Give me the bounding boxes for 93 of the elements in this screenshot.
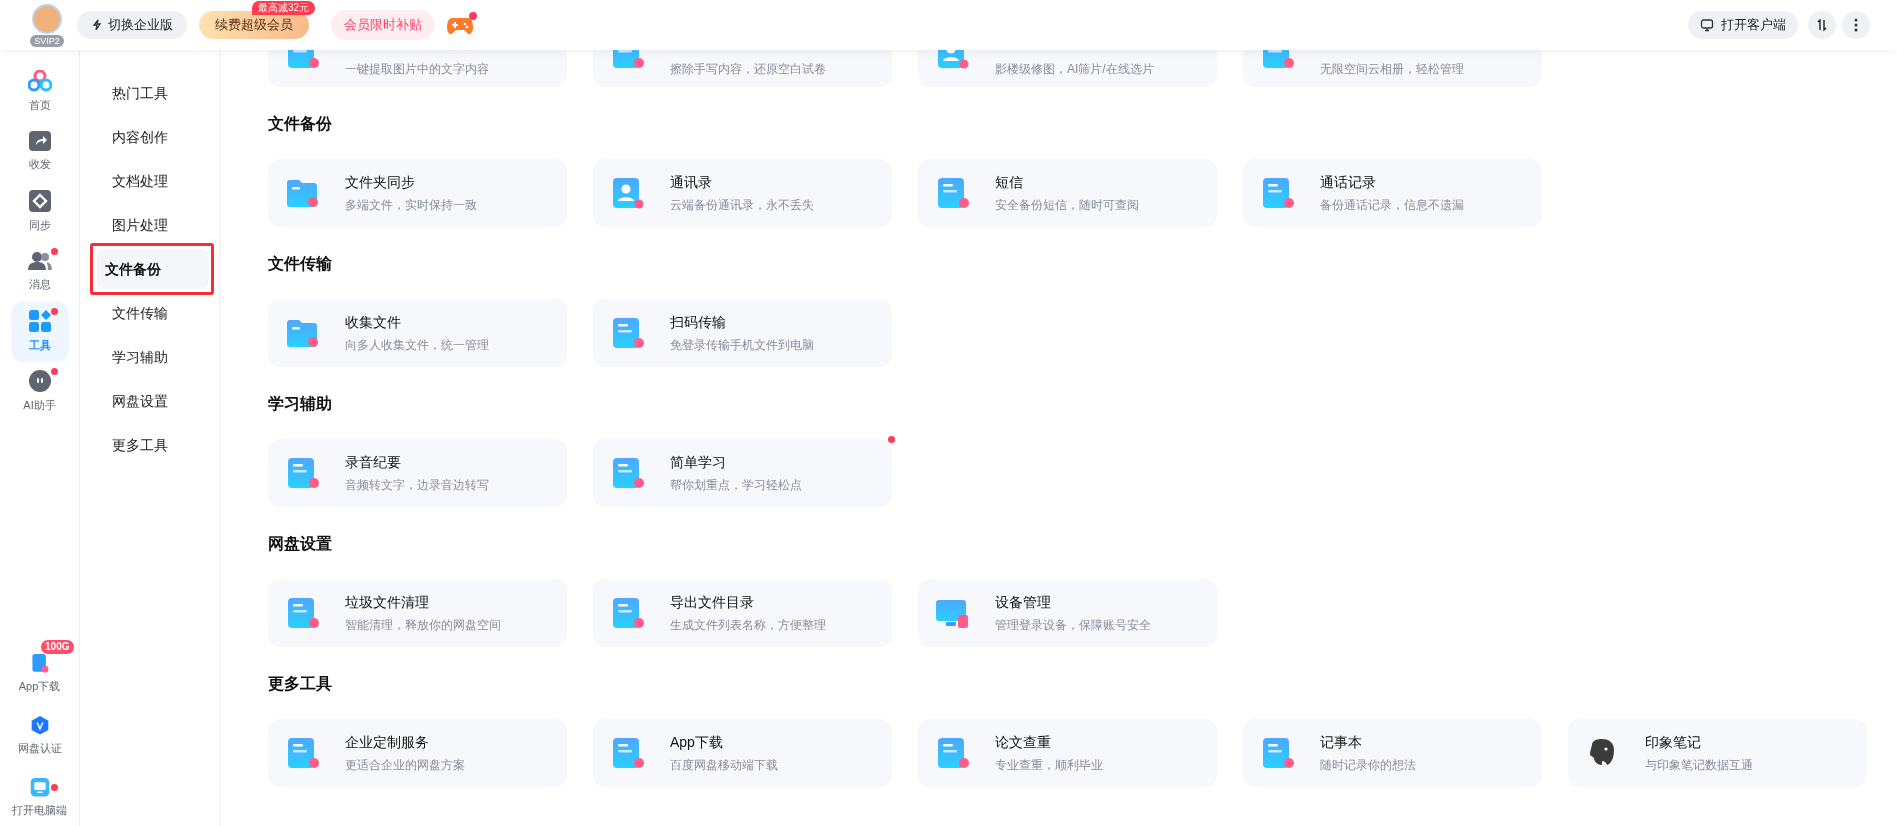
card-title: App下载 [670, 733, 724, 751]
sidebar-item[interactable]: 文档处理 [104, 161, 216, 201]
card-description: 免登录传输手机文件到电脑 [670, 337, 814, 353]
gamepad-icon[interactable] [447, 15, 473, 35]
avatar[interactable] [32, 3, 62, 34]
card-description: 生成文件列表名称，方便整理 [670, 617, 826, 633]
card-title: 文件夹同步 [345, 173, 416, 191]
card-description: 向多人收集文件，统一管理 [345, 337, 489, 353]
discount-badge: 最高减32元 [251, 1, 315, 15]
rail-item[interactable]: 同步 [10, 182, 69, 242]
share-icon [28, 131, 51, 152]
tool-card[interactable]: 设备管理 管理登录设备，保障账号安全 [918, 579, 1217, 647]
more-icon [1854, 18, 1858, 32]
card-title: 通话记录 [1320, 173, 1377, 191]
tool-card[interactable]: 导出文件目录 生成文件列表名称，方便整理 [593, 579, 892, 647]
card-description: 音频转文字，边录音边转写 [345, 477, 489, 493]
phone-icon [29, 654, 50, 673]
vip-badge: SVIP2 [30, 34, 64, 47]
sidebar-item[interactable]: 热门工具 [104, 73, 216, 113]
card-description: 一键提取图片中的文字内容 [345, 61, 489, 77]
card-title: 简单学习 [670, 453, 727, 471]
sidebar-item[interactable]: 内容创作 [104, 117, 216, 157]
card-description: 专业查重，顺利毕业 [995, 757, 1103, 773]
card-description: 多端文件，实时保持一致 [345, 197, 477, 213]
section-title: 学习辅助 [268, 394, 332, 414]
robot-icon [28, 370, 51, 393]
sidebar-item[interactable]: 更多工具 [104, 425, 216, 465]
rail-item[interactable]: App下载 [10, 654, 69, 694]
rail-item[interactable]: 打开电脑端 [10, 778, 69, 818]
tool-card[interactable]: 通讯录 云端备份通讯录，永不丢失 [593, 159, 892, 227]
tool-card[interactable]: 论文查重 专业查重，顺利毕业 [918, 719, 1217, 787]
card-description: 百度网盘移动端下载 [670, 757, 778, 773]
card-title: 记事本 [1320, 733, 1363, 751]
tool-card[interactable]: 短信 安全备份短信，随时可查阅 [918, 159, 1217, 227]
card-title: 录音纪要 [345, 453, 402, 471]
card-description: 帮你划重点，学习轻松点 [670, 477, 802, 493]
sort-icon [1816, 19, 1828, 31]
tool-card[interactable]: 文件夹同步 多端文件，实时保持一致 [268, 159, 567, 227]
card-title: 收集文件 [345, 313, 402, 331]
tool-card[interactable]: 录音纪要 音频转文字，边录音边转写 [268, 439, 567, 507]
card-title: 论文查重 [995, 733, 1052, 751]
card-description: 管理登录设备，保障账号安全 [995, 617, 1151, 633]
rail-item[interactable]: 网盘认证 [10, 716, 69, 756]
tool-card[interactable]: 简单学习 帮你划重点，学习轻松点 [593, 439, 892, 507]
rail-item[interactable]: AI助手 [10, 362, 69, 422]
card-title: 通讯录 [670, 173, 713, 191]
card-description: 更适合企业的网盘方案 [345, 757, 465, 773]
card-title: 导出文件目录 [670, 593, 755, 611]
card-description: 云端备份通讯录，永不丢失 [670, 197, 814, 213]
section-title: 文件备份 [268, 114, 332, 134]
rail-item[interactable]: 首页 [10, 62, 69, 122]
tool-card[interactable]: 扫码传输 免登录传输手机文件到电脑 [593, 299, 892, 367]
section-title: 更多工具 [268, 674, 332, 694]
hexagon-icon [30, 716, 49, 735]
sidebar-item[interactable]: 文件备份 [97, 249, 209, 289]
sidebar-item[interactable]: 图片处理 [104, 205, 216, 245]
sidebar-item[interactable]: 学习辅助 [104, 337, 216, 377]
card-description: 备份通话记录，信息不遗漏 [1320, 197, 1464, 213]
tool-card[interactable]: App下载 百度网盘移动端下载 [593, 719, 892, 787]
rail-item[interactable]: 收发 [10, 122, 69, 182]
more-button[interactable] [1842, 11, 1870, 39]
card-description: 随时记录你的想法 [1320, 757, 1416, 773]
storage-badge: 100G [40, 639, 75, 655]
card-title: 垃圾文件清理 [345, 593, 430, 611]
open-client-button[interactable]: 打开客户端 [1688, 11, 1798, 39]
sidebar-item[interactable]: 网盘设置 [104, 381, 216, 421]
grid-icon [28, 310, 51, 333]
card-title: 企业定制服务 [345, 733, 430, 751]
tool-card[interactable]: 通话记录 备份通话记录，信息不遗漏 [1243, 159, 1542, 227]
card-description: 无限空间云相册，轻松管理 [1320, 61, 1464, 77]
tool-card[interactable]: 印象笔记 与印象笔记数据互通 [1568, 719, 1867, 787]
card-title: 设备管理 [995, 593, 1052, 611]
switch-enterprise-button[interactable]: 切换企业版 [77, 11, 187, 39]
sidebar-item[interactable]: 文件传输 [104, 293, 216, 333]
rail-item[interactable]: 消息 [10, 242, 69, 302]
card-description: 擦除手写内容，还原空白试卷 [670, 61, 826, 77]
tool-card[interactable]: 收集文件 向多人收集文件，统一管理 [268, 299, 567, 367]
card-title: 短信 [995, 173, 1024, 191]
sync-icon [28, 190, 51, 213]
card-title: 扫码传输 [670, 313, 727, 331]
card-description: 影楼级修图，AI筛片/在线选片 [995, 61, 1154, 77]
section-title: 网盘设置 [268, 534, 332, 554]
card-description: 安全备份短信，随时可查阅 [995, 197, 1139, 213]
card-title: 印象笔记 [1645, 733, 1702, 751]
card-description: 与印象笔记数据互通 [1645, 757, 1753, 773]
monitor-icon [1700, 18, 1714, 32]
section-title: 文件传输 [268, 254, 332, 274]
people-icon [27, 251, 52, 272]
tool-card[interactable]: 企业定制服务 更适合企业的网盘方案 [268, 719, 567, 787]
card-description: 智能清理，释放你的网盘空间 [345, 617, 501, 633]
sort-button[interactable] [1808, 11, 1836, 39]
tool-card[interactable]: 垃圾文件清理 智能清理，释放你的网盘空间 [268, 579, 567, 647]
tool-card[interactable]: 记事本 随时记录你的想法 [1243, 719, 1542, 787]
